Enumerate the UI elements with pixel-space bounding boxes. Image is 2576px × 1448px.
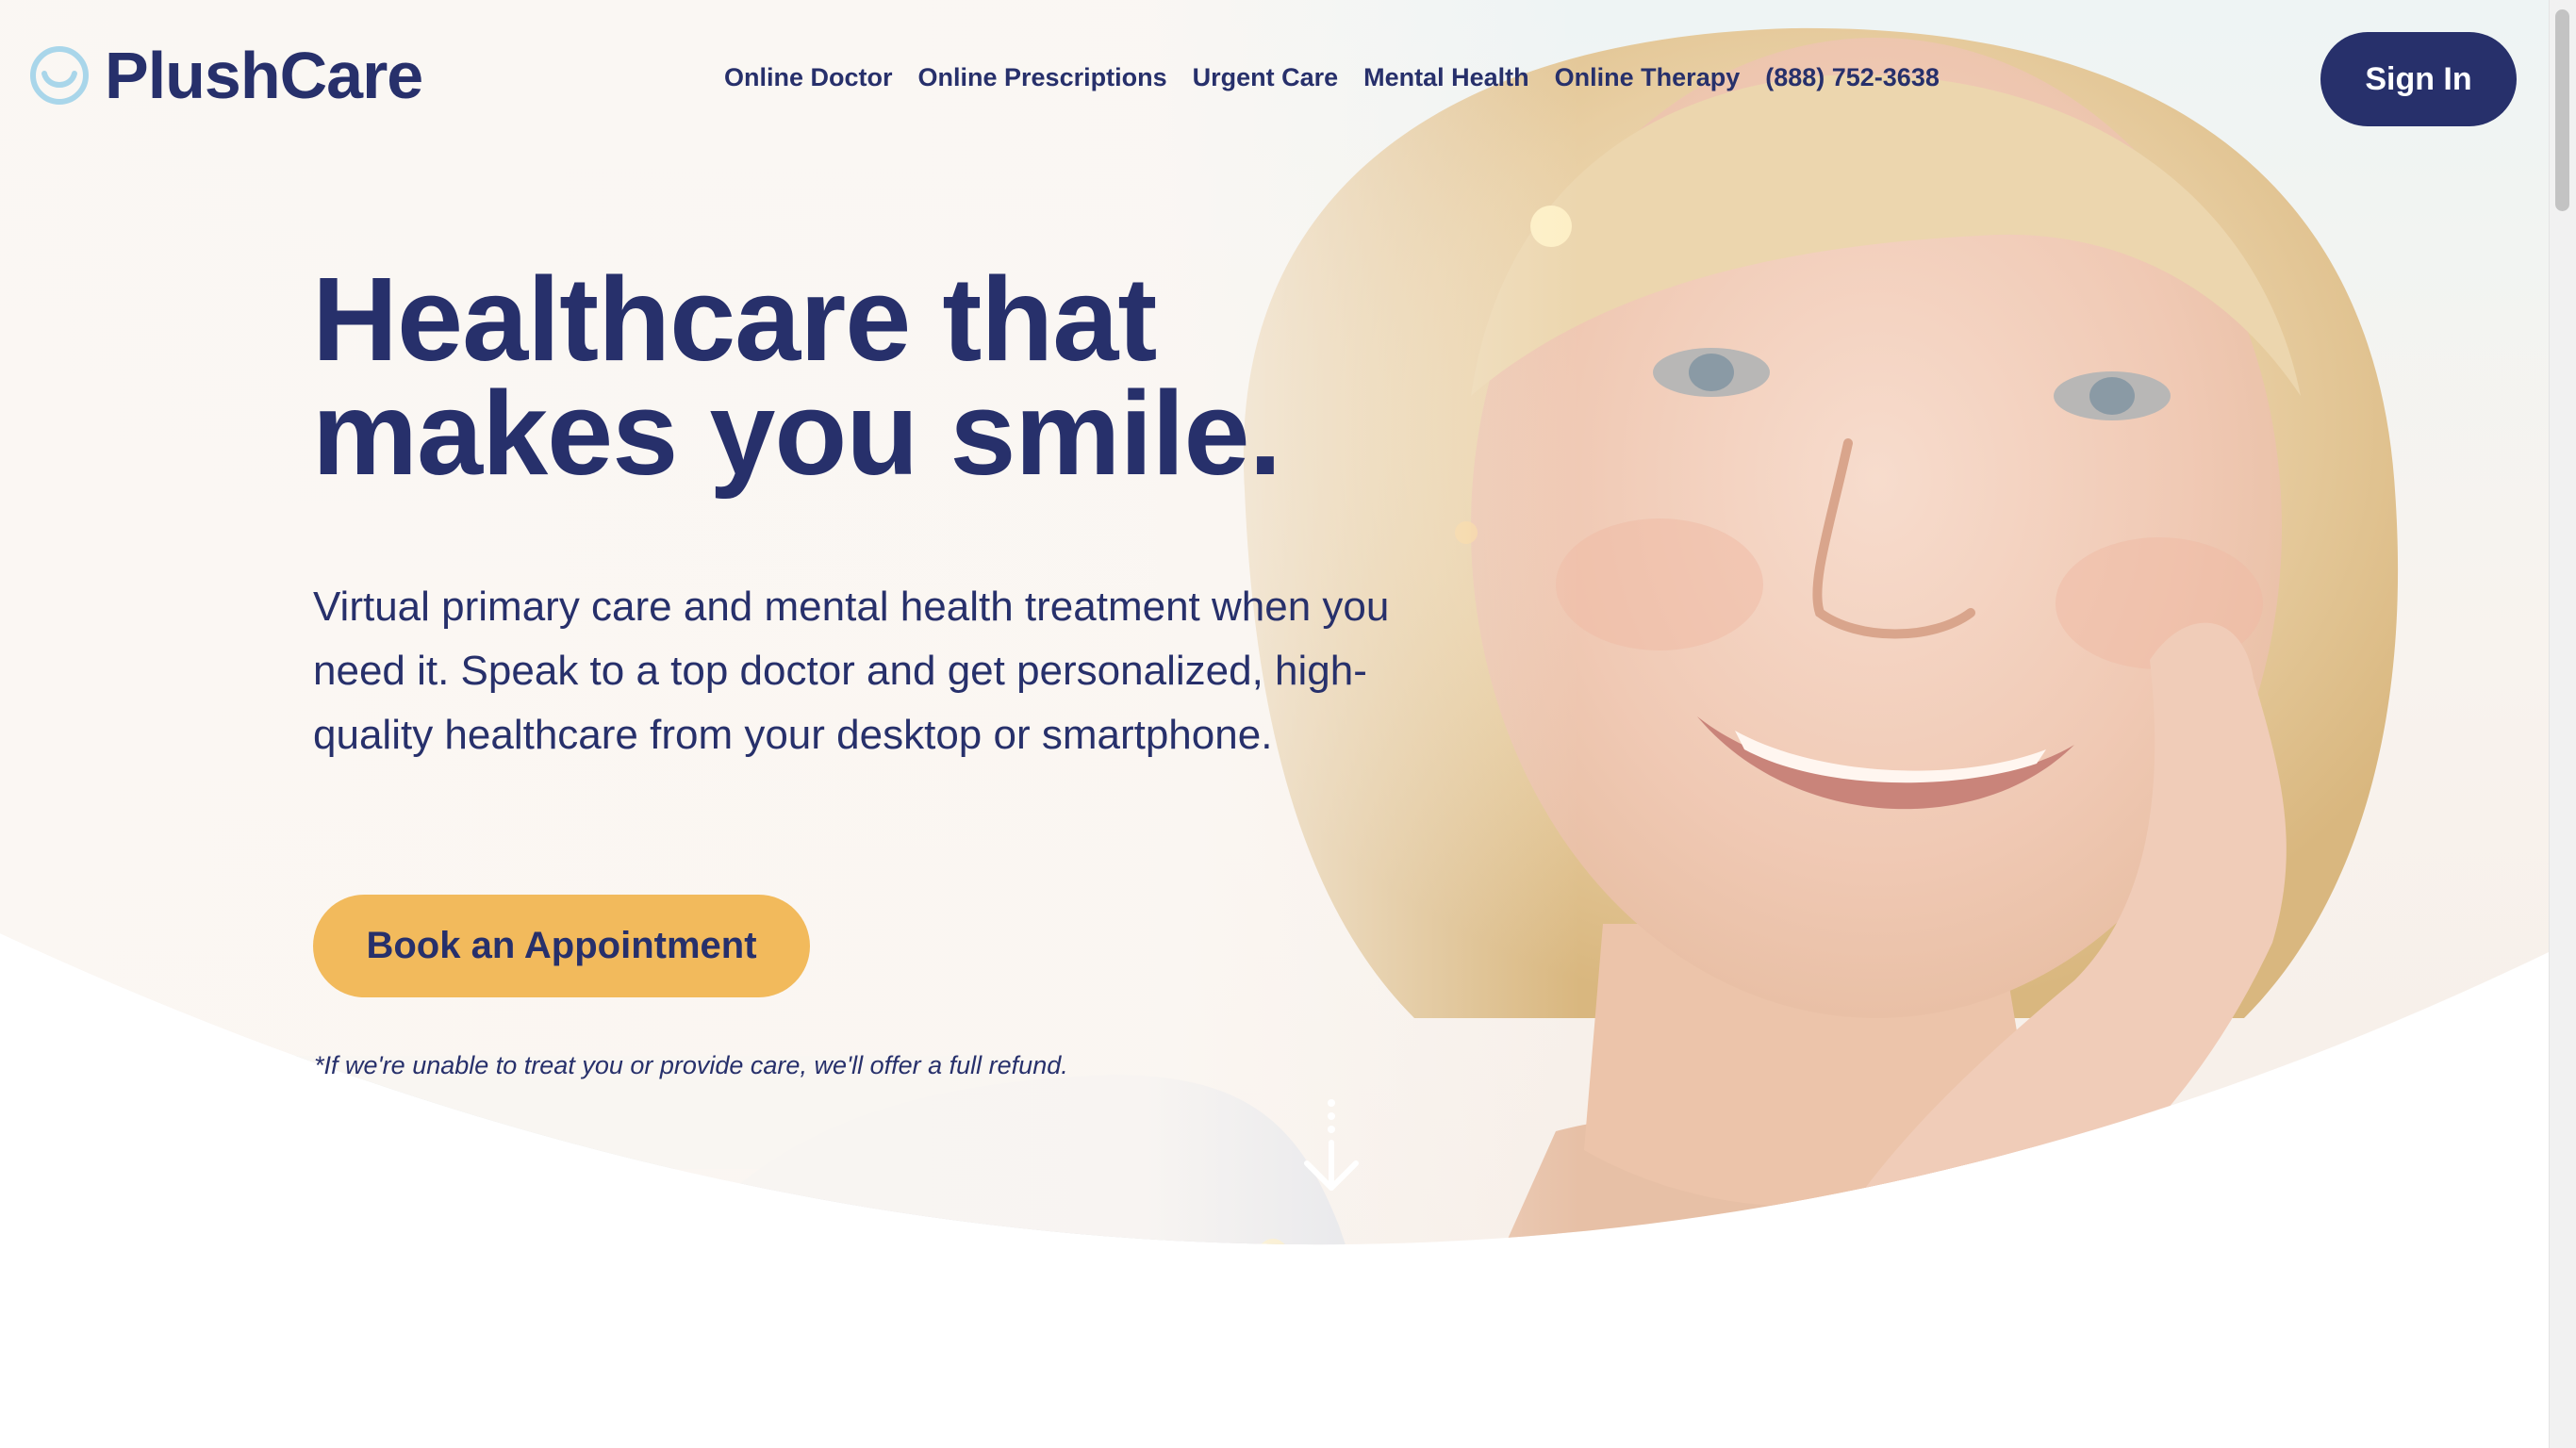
nav-phone-number[interactable]: (888) 752-3638 bbox=[1765, 63, 1940, 92]
plushcare-logo[interactable]: PlushCare bbox=[29, 38, 423, 113]
brand-name: PlushCare bbox=[105, 39, 423, 112]
nav-urgent-care[interactable]: Urgent Care bbox=[1193, 63, 1339, 92]
arrow-down-icon[interactable] bbox=[1301, 1097, 1362, 1193]
refund-note: *If we're unable to treat you or provide… bbox=[314, 1051, 1068, 1079]
nav-mental-health[interactable]: Mental Health bbox=[1363, 63, 1529, 92]
scrollbar-thumb[interactable] bbox=[2555, 9, 2569, 211]
sign-in-button[interactable]: Sign In bbox=[2320, 32, 2517, 126]
main-navigation: Online Doctor Online Prescriptions Urgen… bbox=[724, 58, 1940, 96]
hero-title-line-1: Healthcare that bbox=[312, 253, 1157, 386]
page-scrollbar[interactable] bbox=[2549, 0, 2576, 1448]
book-appointment-button[interactable]: Book an Appointment bbox=[313, 895, 810, 997]
nav-online-prescriptions[interactable]: Online Prescriptions bbox=[918, 63, 1167, 92]
nav-online-therapy[interactable]: Online Therapy bbox=[1555, 63, 1741, 92]
smile-circle-icon bbox=[30, 46, 89, 105]
hero-subtitle: Virtual primary care and mental health t… bbox=[313, 584, 1390, 758]
nav-online-doctor[interactable]: Online Doctor bbox=[724, 63, 893, 92]
hero-title-line-2: makes you smile. bbox=[312, 367, 1282, 500]
hero-title: Healthcare that makes you smile. bbox=[312, 260, 1349, 493]
